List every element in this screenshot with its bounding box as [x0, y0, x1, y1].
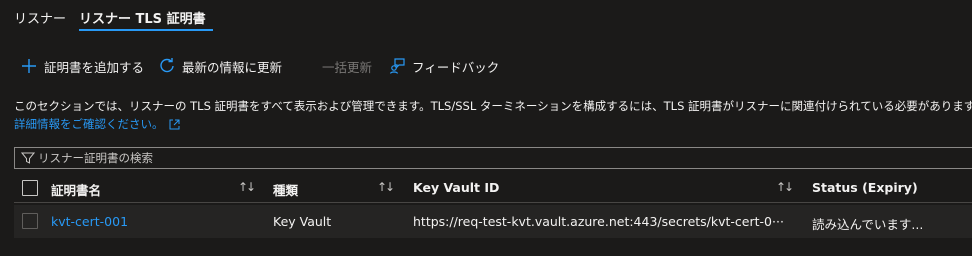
select-all-checkbox[interactable]: [22, 180, 38, 196]
certificate-name-link[interactable]: kvt-cert-001: [51, 214, 128, 229]
tab-listeners[interactable]: リスナー: [14, 8, 66, 27]
table-header: 証明書名 ↑↓ 種類 ↑↓ Key Vault ID ↑↓ Status (Ex…: [0, 176, 972, 200]
learn-more-link[interactable]: 詳細情報をご確認ください。: [14, 115, 180, 133]
column-header-type[interactable]: 種類: [273, 180, 298, 199]
header-divider: [14, 202, 972, 203]
command-bar: 証明書を追加する 最新の情報に更新 一括更新 フィードバック: [0, 52, 972, 80]
bulk-update-button[interactable]: 一括更新: [322, 52, 372, 80]
tab-bar: リスナー リスナー TLS 証明書: [0, 0, 972, 34]
plus-icon: [22, 59, 36, 73]
external-link-icon: [169, 119, 179, 129]
feedback-label: フィードバック: [412, 59, 500, 75]
add-certificate-button[interactable]: 証明書を追加する: [20, 52, 144, 80]
table-row[interactable]: kvt-cert-001 Key Vault https://req-test-…: [14, 205, 972, 238]
certificate-type: Key Vault: [273, 214, 332, 229]
column-header-status[interactable]: Status (Expiry): [812, 180, 918, 195]
key-vault-id: https://req-test-kvt.vault.azure.net:443…: [413, 214, 784, 229]
description-text: このセクションでは、リスナーの TLS 証明書をすべて表示および管理できます。T…: [14, 99, 972, 113]
row-checkbox[interactable]: [22, 213, 38, 229]
active-tab-indicator: [79, 29, 213, 31]
description: このセクションでは、リスナーの TLS 証明書をすべて表示および管理できます。T…: [14, 97, 972, 133]
add-certificate-label: 証明書を追加する: [44, 59, 145, 75]
sort-icon[interactable]: ↑↓: [776, 180, 794, 194]
filter-icon: [21, 152, 35, 164]
refresh-button[interactable]: 最新の情報に更新: [158, 52, 282, 80]
sort-icon[interactable]: ↑↓: [377, 180, 395, 194]
learn-more-label: 詳細情報をご確認ください。: [14, 117, 164, 131]
refresh-label: 最新の情報に更新: [182, 59, 283, 75]
feedback-button[interactable]: フィードバック: [388, 52, 499, 80]
feedback-icon: [389, 58, 405, 74]
listener-tls-certificates-page: リスナー リスナー TLS 証明書 証明書を追加する 最新の情報に更新 一括更新: [0, 0, 972, 256]
certificate-search-box[interactable]: [14, 147, 972, 169]
search-input[interactable]: [38, 151, 972, 165]
column-header-certificate-name[interactable]: 証明書名: [51, 180, 101, 199]
sort-icon[interactable]: ↑↓: [238, 180, 256, 194]
bulk-update-label: 一括更新: [322, 59, 373, 75]
tab-listener-tls-certificates[interactable]: リスナー TLS 証明書: [79, 8, 206, 27]
refresh-icon: [160, 58, 174, 73]
status-expiry: 読み込んでいます...: [812, 217, 924, 232]
column-header-key-vault-id[interactable]: Key Vault ID: [413, 180, 499, 195]
